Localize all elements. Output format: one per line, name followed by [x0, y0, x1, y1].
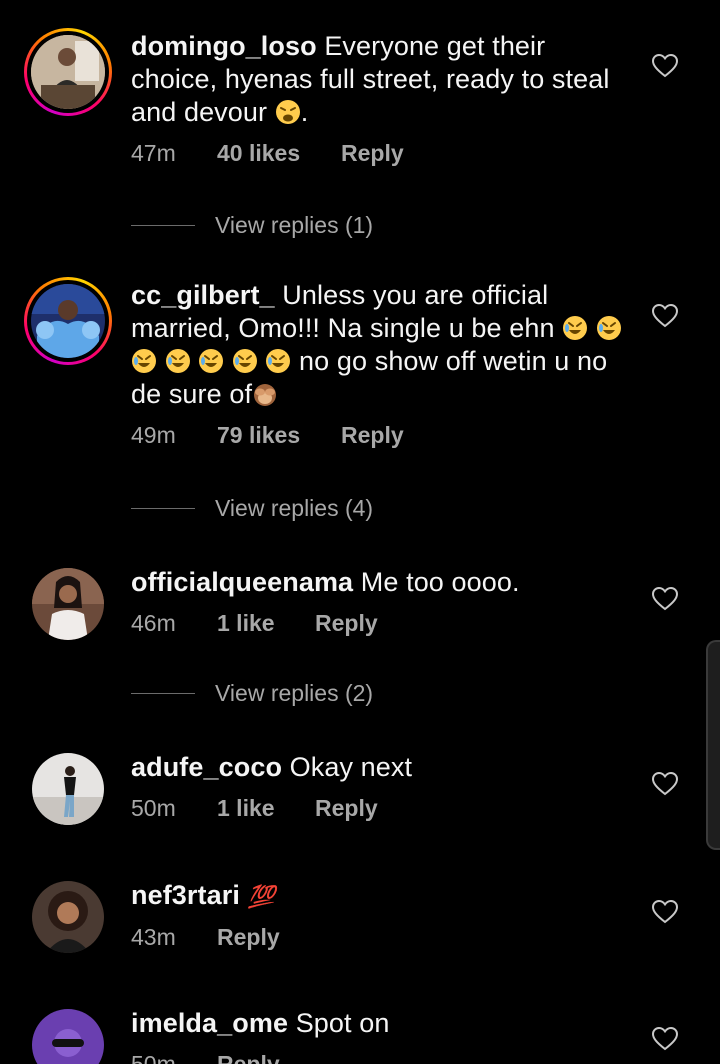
- comment-body: cc_gilbert_ Unless you are official marr…: [131, 279, 631, 450]
- reply-button[interactable]: Reply: [341, 140, 404, 167]
- reply-button[interactable]: Reply: [341, 422, 404, 449]
- comment-text: nef3rtari 💯: [131, 879, 631, 913]
- reply-button[interactable]: Reply: [315, 610, 378, 637]
- comment-meta: 47m 40 likes Reply: [131, 138, 631, 168]
- comment-body: nef3rtari 💯 43m Reply: [131, 879, 631, 952]
- reply-button[interactable]: Reply: [217, 924, 280, 951]
- username[interactable]: domingo_loso: [131, 31, 317, 61]
- rolling-laughing-emoji-icon: [165, 349, 190, 373]
- avatar-photo: [32, 568, 104, 640]
- likes-count[interactable]: 79 likes: [217, 422, 341, 449]
- comment-body: officialqueenama Me too oooo. 46m 1 like…: [131, 566, 631, 638]
- avatar-photo: [32, 881, 104, 953]
- avatar-photo: [32, 753, 104, 825]
- weary-face-emoji-icon: [275, 100, 300, 124]
- comment-message: Okay next: [289, 752, 413, 782]
- comment-time: 47m: [131, 139, 176, 166]
- rolling-laughing-emoji-icon: [596, 316, 621, 340]
- heart-outline-icon[interactable]: [652, 900, 678, 924]
- comment-meta: 50m Reply: [131, 1049, 631, 1064]
- heart-outline-icon[interactable]: [652, 304, 678, 328]
- comment-time: 46m: [131, 609, 176, 636]
- avatar-photo: [32, 1009, 104, 1064]
- avatar[interactable]: [24, 28, 112, 116]
- rolling-laughing-emoji-icon: [232, 349, 257, 373]
- avatar[interactable]: [32, 753, 104, 825]
- view-replies-label: View replies (1): [215, 211, 374, 238]
- view-replies-label: View replies (2): [215, 679, 374, 706]
- comment-time: 50m: [131, 1050, 176, 1064]
- comment-trailing: .: [300, 97, 309, 127]
- comment-meta: 46m 1 like Reply: [131, 608, 631, 638]
- divider-line: [131, 224, 195, 226]
- heart-outline-icon[interactable]: [652, 772, 678, 796]
- comment-message: Spot on: [295, 1008, 390, 1038]
- reply-button[interactable]: Reply: [217, 1051, 280, 1064]
- avatar-photo: [31, 284, 105, 358]
- comments-screen: domingo_loso Everyone get their choice, …: [0, 0, 720, 1064]
- view-replies-button[interactable]: View replies (4): [131, 493, 373, 523]
- avatar[interactable]: [32, 881, 104, 953]
- comment-meta: 43m Reply: [131, 922, 631, 952]
- comment-message: Me too oooo.: [360, 567, 520, 597]
- view-replies-button[interactable]: View replies (2): [131, 678, 373, 708]
- comment-text: cc_gilbert_ Unless you are official marr…: [131, 279, 631, 411]
- comment-message: 💯: [247, 884, 276, 909]
- heart-outline-icon[interactable]: [652, 1027, 678, 1051]
- rolling-laughing-emoji-icon: [563, 316, 588, 340]
- reply-button[interactable]: Reply: [315, 795, 378, 822]
- rolling-laughing-emoji-icon: [266, 349, 291, 373]
- rolling-laughing-emoji-icon: [132, 349, 156, 373]
- heart-outline-icon[interactable]: [652, 54, 678, 78]
- avatar[interactable]: [32, 568, 104, 640]
- see-no-evil-monkey-emoji-icon: [254, 384, 277, 406]
- comment-text: officialqueenama Me too oooo.: [131, 566, 631, 599]
- likes-count[interactable]: 1 like: [217, 610, 315, 637]
- comment-time: 49m: [131, 421, 176, 448]
- username[interactable]: imelda_ome: [131, 1008, 288, 1038]
- comment-body: imelda_ome Spot on 50m Reply: [131, 1007, 631, 1064]
- avatar[interactable]: [24, 277, 112, 365]
- scrollbar-handle[interactable]: [706, 640, 720, 850]
- username[interactable]: adufe_coco: [131, 752, 282, 782]
- rolling-laughing-emoji-icon: [199, 349, 224, 373]
- comment-body: domingo_loso Everyone get their choice, …: [131, 30, 631, 168]
- view-replies-button[interactable]: View replies (1): [131, 210, 373, 240]
- comment-meta: 49m 79 likes Reply: [131, 420, 631, 450]
- comment-time: 50m: [131, 794, 176, 821]
- comment-meta: 50m 1 like Reply: [131, 793, 631, 823]
- avatar-photo: [31, 35, 105, 109]
- comment-text: domingo_loso Everyone get their choice, …: [131, 30, 631, 129]
- username[interactable]: cc_gilbert_: [131, 280, 275, 310]
- view-replies-label: View replies (4): [215, 494, 374, 521]
- likes-count[interactable]: 40 likes: [217, 140, 341, 167]
- heart-outline-icon[interactable]: [652, 587, 678, 611]
- username[interactable]: nef3rtari: [131, 880, 240, 910]
- comment-body: adufe_coco Okay next 50m 1 like Reply: [131, 751, 631, 823]
- avatar[interactable]: [32, 1009, 104, 1064]
- comment-text: adufe_coco Okay next: [131, 751, 631, 784]
- comment-time: 43m: [131, 923, 176, 950]
- divider-line: [131, 692, 195, 694]
- username[interactable]: officialqueenama: [131, 567, 353, 597]
- likes-count[interactable]: 1 like: [217, 795, 315, 822]
- divider-line: [131, 507, 195, 509]
- comment-text: imelda_ome Spot on: [131, 1007, 631, 1040]
